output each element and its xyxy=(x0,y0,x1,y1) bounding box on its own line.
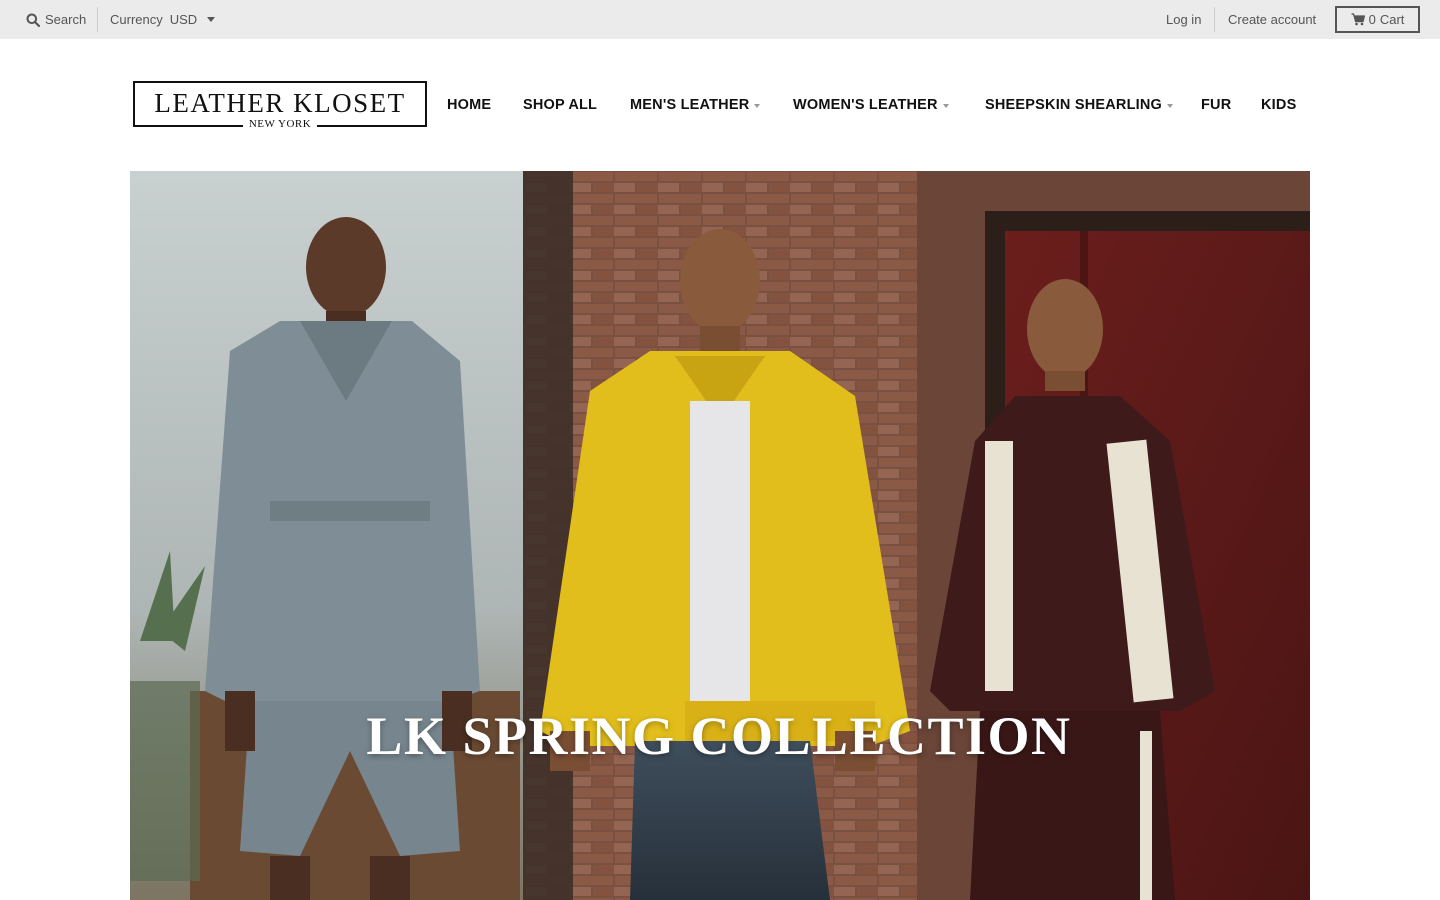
currency-select[interactable]: USD xyxy=(169,12,216,27)
chevron-down-icon xyxy=(1167,104,1174,108)
currency-picker: Currency USD xyxy=(110,0,216,39)
nav-item-sheepskin-shearling[interactable]: SHEEPSKIN SHEARLING xyxy=(985,94,1174,116)
chevron-down-icon xyxy=(207,17,216,22)
login-link[interactable]: Log in xyxy=(1166,0,1201,39)
chevron-down-icon xyxy=(942,104,949,108)
nav-item-kids[interactable]: KIDS xyxy=(1261,94,1296,116)
logo-subtitle-wrap: NEW YORK xyxy=(135,114,425,132)
nav-label: HOME xyxy=(447,97,492,113)
topbar-divider xyxy=(97,7,98,32)
cart-icon xyxy=(1351,13,1365,26)
nav-item-womens-leather[interactable]: WOMEN'S LEATHER xyxy=(793,94,949,116)
search-link[interactable]: Search xyxy=(26,0,86,39)
currency-value: USD xyxy=(169,12,198,27)
cart-count: 0 xyxy=(1368,12,1376,27)
nav-label: WOMEN'S LEATHER xyxy=(793,97,938,113)
nav-item-shop-all[interactable]: SHOP ALL xyxy=(523,94,597,116)
search-label: Search xyxy=(45,12,87,27)
hero-image xyxy=(130,171,1310,900)
nav-label: MEN'S LEATHER xyxy=(630,97,750,113)
logo-subtitle: NEW YORK xyxy=(242,118,318,130)
currency-label: Currency xyxy=(110,12,163,27)
chevron-down-icon xyxy=(754,104,761,108)
store-logo[interactable]: LEATHER KLOSET NEW YORK xyxy=(133,81,427,130)
search-icon xyxy=(26,13,40,27)
nav-item-home[interactable]: HOME xyxy=(447,94,491,116)
logo-name: LEATHER KLOSET xyxy=(154,88,406,118)
top-utility-bar: Search Currency USD Log in Create accoun… xyxy=(0,0,1440,39)
cart-label: Cart xyxy=(1379,12,1405,27)
create-account-link[interactable]: Create account xyxy=(1228,0,1316,39)
nav-label: FUR xyxy=(1201,97,1232,113)
hero-banner[interactable]: LK SPRING COLLECTION xyxy=(130,171,1310,900)
nav-label: SHOP ALL xyxy=(523,97,598,113)
nav-item-fur[interactable]: FUR xyxy=(1201,94,1231,116)
topbar-divider xyxy=(1214,7,1215,32)
cart-button[interactable]: 0 Cart xyxy=(1335,6,1420,33)
nav-label: SHEEPSKIN SHEARLING xyxy=(985,97,1163,113)
nav-item-mens-leather[interactable]: MEN'S LEATHER xyxy=(630,94,761,116)
nav-label: KIDS xyxy=(1261,97,1297,113)
hero-title: LK SPRING COLLECTION xyxy=(366,706,1072,766)
